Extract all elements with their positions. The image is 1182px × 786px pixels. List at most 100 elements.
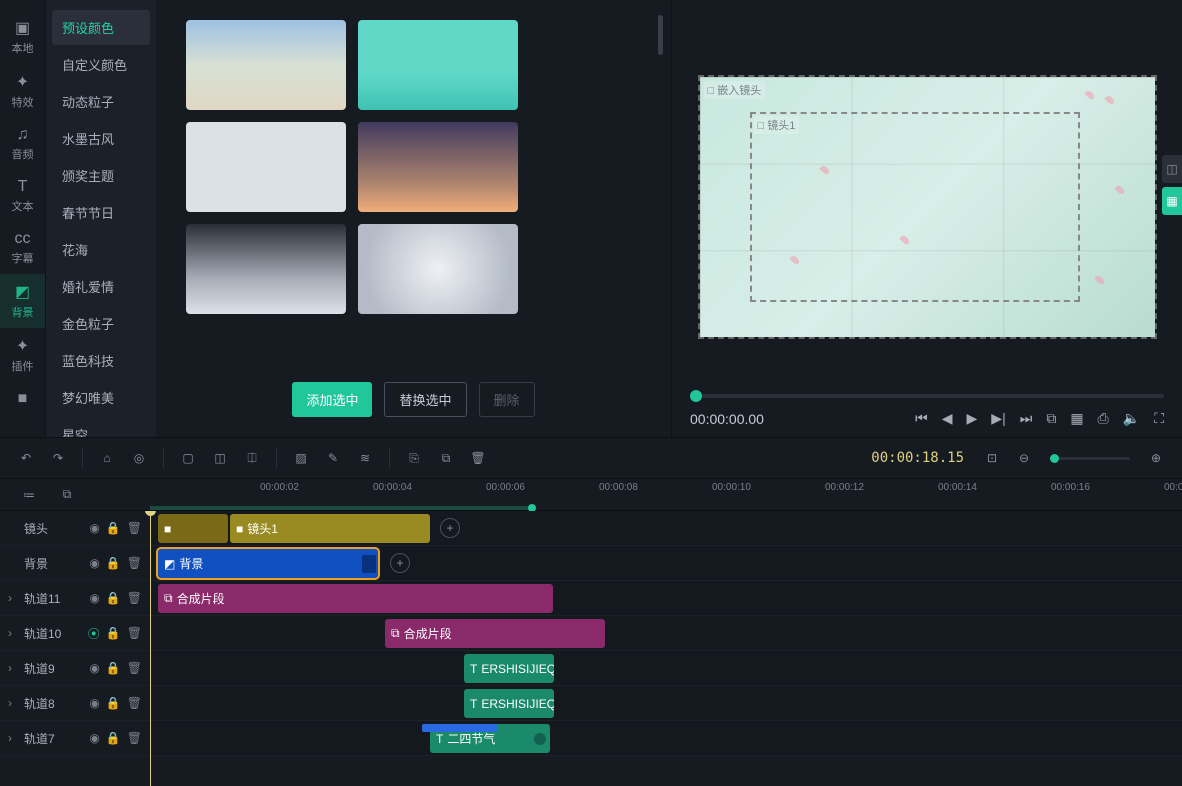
preset-color-thumb[interactable]: [186, 224, 346, 314]
go-start-icon[interactable]: ⏮: [915, 410, 928, 427]
preview-seek-bar[interactable]: [690, 394, 1164, 398]
record-icon[interactable]: ▢: [174, 444, 202, 472]
expand-icon[interactable]: ›: [8, 731, 18, 745]
lock-track-icon[interactable]: 🔒: [106, 626, 121, 640]
safe-area-toggle[interactable]: ◫: [1162, 155, 1182, 183]
vnav-item-背景[interactable]: ◩背景: [0, 274, 45, 328]
preset-color-thumb[interactable]: [358, 122, 518, 212]
clip-background[interactable]: ◩背景: [158, 549, 378, 578]
delete-track-icon[interactable]: 🗑: [127, 556, 142, 570]
undo-icon[interactable]: ↶: [12, 444, 40, 472]
lock-track-icon[interactable]: 🔒: [106, 696, 121, 710]
expand-icon[interactable]: ›: [8, 696, 18, 710]
track-lane[interactable]: ■■镜头1 +: [150, 511, 1182, 545]
lock-track-icon[interactable]: 🔒: [106, 591, 121, 605]
category-item[interactable]: 颁奖主题: [52, 158, 150, 193]
marker-icon[interactable]: ⌂: [93, 444, 121, 472]
crop-tool-icon[interactable]: ◫: [206, 444, 234, 472]
edit-icon[interactable]: ✎: [319, 444, 347, 472]
delete-track-icon[interactable]: 🗑: [127, 521, 142, 535]
preset-color-thumb[interactable]: [358, 224, 518, 314]
snapshot-icon[interactable]: ⎙: [1098, 410, 1109, 427]
expand-icon[interactable]: ›: [8, 626, 18, 640]
copy-icon[interactable]: ⧉: [432, 444, 460, 472]
add-selected-button[interactable]: 添加选中: [292, 382, 372, 417]
fit-icon[interactable]: ⊡: [978, 444, 1006, 472]
category-item[interactable]: 花海: [52, 232, 150, 267]
zoom-in-icon[interactable]: ⊕: [1142, 444, 1170, 472]
layers-icon[interactable]: ≋: [351, 444, 379, 472]
track-lane[interactable]: TERSHISIJIEQI: [150, 686, 1182, 720]
category-item[interactable]: 星空: [52, 417, 150, 437]
track-group-icon[interactable]: ⧉: [53, 481, 81, 509]
visibility-icon[interactable]: ◉: [89, 661, 99, 675]
track-lane[interactable]: ⧉合成片段: [150, 581, 1182, 615]
vnav-item-音频[interactable]: ♫音频: [0, 118, 45, 170]
visibility-icon[interactable]: ⦿: [88, 625, 100, 642]
clip[interactable]: ⧉合成片段: [158, 584, 553, 613]
lock-track-icon[interactable]: 🔒: [106, 556, 121, 570]
next-frame-icon[interactable]: ▶|: [991, 410, 1005, 427]
lock-track-icon[interactable]: 🔒: [106, 521, 121, 535]
go-end-icon[interactable]: ⏭: [1020, 410, 1033, 427]
expand-icon[interactable]: ›: [8, 591, 18, 605]
clip[interactable]: ⧉合成片段: [385, 619, 605, 648]
scrollbar[interactable]: [658, 15, 663, 55]
category-item[interactable]: 动态粒子: [52, 84, 150, 119]
visibility-icon[interactable]: ◉: [89, 521, 99, 535]
track-filter-icon[interactable]: ≔: [15, 481, 43, 509]
target-icon[interactable]: ◎: [125, 444, 153, 472]
visibility-icon[interactable]: ◉: [89, 591, 99, 605]
clip[interactable]: TERSHISIJIEQI: [464, 654, 554, 683]
grid-icon[interactable]: ▦: [1070, 410, 1083, 427]
split-icon[interactable]: ⎅: [238, 444, 266, 472]
add-clip-button[interactable]: +: [440, 518, 460, 538]
lock-icon[interactable]: ⎘: [400, 444, 428, 472]
zoom-out-icon[interactable]: ⊖: [1010, 444, 1038, 472]
zoom-slider[interactable]: [1050, 457, 1130, 460]
vnav-item-插件[interactable]: ✦插件: [0, 328, 45, 382]
vnav-item-more[interactable]: ■: [0, 382, 45, 418]
fullscreen-icon[interactable]: ⛶: [1154, 410, 1164, 427]
vnav-item-文本[interactable]: T文本: [0, 170, 45, 222]
category-item[interactable]: 蓝色科技: [52, 343, 150, 378]
preset-color-thumb[interactable]: [358, 20, 518, 110]
preview-canvas[interactable]: □ 嵌入镜头 □ 镜头1: [700, 77, 1155, 337]
replace-selected-button[interactable]: 替换选中: [384, 382, 466, 417]
clip[interactable]: ■: [158, 514, 228, 543]
category-item[interactable]: 自定义颜色: [52, 47, 150, 82]
visibility-icon[interactable]: ◉: [89, 731, 99, 745]
lock-track-icon[interactable]: 🔒: [106, 661, 121, 675]
track-lane[interactable]: T二四节气: [150, 721, 1182, 755]
delete-track-icon[interactable]: 🗑: [127, 661, 142, 675]
lock-track-icon[interactable]: 🔒: [106, 731, 121, 745]
clip[interactable]: ■镜头1: [230, 514, 430, 543]
delete-track-icon[interactable]: 🗑: [127, 696, 142, 710]
delete-track-icon[interactable]: 🗑: [127, 591, 142, 605]
add-clip-button[interactable]: +: [390, 553, 410, 573]
redo-icon[interactable]: ↷: [44, 444, 72, 472]
mask-icon[interactable]: ▨: [287, 444, 315, 472]
volume-icon[interactable]: 🔈: [1123, 410, 1140, 427]
delete-track-icon[interactable]: 🗑: [127, 731, 142, 745]
category-item[interactable]: 水墨古风: [52, 121, 150, 156]
vnav-item-本地[interactable]: ▣本地: [0, 10, 45, 64]
category-item[interactable]: 婚礼爱情: [52, 269, 150, 304]
category-item[interactable]: 春节节日: [52, 195, 150, 230]
play-icon[interactable]: ▶: [967, 410, 978, 427]
expand-icon[interactable]: ›: [8, 661, 18, 675]
delete-button[interactable]: 删除: [479, 382, 535, 417]
category-item[interactable]: 金色粒子: [52, 306, 150, 341]
prev-frame-icon[interactable]: ◀: [942, 410, 953, 427]
visibility-icon[interactable]: ◉: [89, 696, 99, 710]
clip[interactable]: TERSHISIJIEQI: [464, 689, 554, 718]
crop-toggle[interactable]: ▦: [1162, 187, 1182, 215]
clip[interactable]: [422, 724, 497, 732]
category-item[interactable]: 梦幻唯美: [52, 380, 150, 415]
preset-color-thumb[interactable]: [186, 20, 346, 110]
preset-color-thumb[interactable]: [186, 122, 346, 212]
track-lane[interactable]: ⧉合成片段: [150, 616, 1182, 650]
ratio-icon[interactable]: ⧉: [1046, 410, 1056, 427]
vnav-item-特效[interactable]: ✦特效: [0, 64, 45, 118]
track-lane[interactable]: ◩背景 +: [150, 546, 1182, 580]
